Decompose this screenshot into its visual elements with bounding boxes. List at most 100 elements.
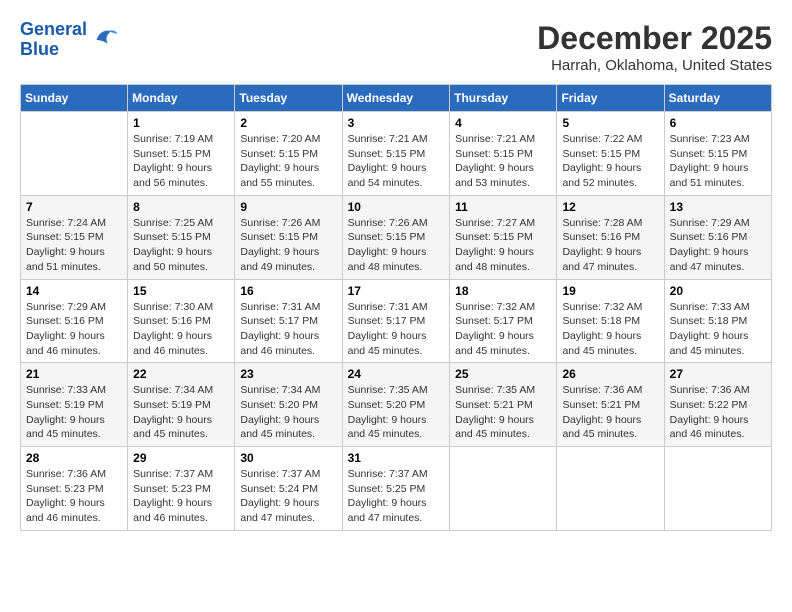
day-number: 16 — [240, 284, 336, 298]
calendar-cell: 17 Sunrise: 7:31 AM Sunset: 5:17 PM Dayli… — [342, 279, 450, 363]
week-row-5: 28 Sunrise: 7:36 AM Sunset: 5:23 PM Dayli… — [21, 447, 772, 531]
weekday-header-sunday: Sunday — [21, 85, 128, 112]
calendar-cell: 6 Sunrise: 7:23 AM Sunset: 5:15 PM Daylig… — [664, 112, 771, 196]
day-number: 4 — [455, 116, 551, 130]
week-row-2: 7 Sunrise: 7:24 AM Sunset: 5:15 PM Daylig… — [21, 195, 772, 279]
day-number: 28 — [26, 451, 122, 465]
location-subtitle: Harrah, Oklahoma, United States — [537, 57, 772, 74]
day-number: 27 — [670, 367, 766, 381]
day-number: 19 — [562, 284, 658, 298]
weekday-header-saturday: Saturday — [664, 85, 771, 112]
day-number: 11 — [455, 200, 551, 214]
calendar-cell: 11Sunrise: 7:27 AM Sunset: 5:15 PM Dayli… — [450, 195, 557, 279]
day-info: Sunrise: 7:20 AM Sunset: 5:15 PM Dayligh… — [240, 132, 336, 191]
calendar-cell: 4 Sunrise: 7:21 AM Sunset: 5:15 PM Daylig… — [450, 112, 557, 196]
day-info: Sunrise: 7:29 AM Sunset: 5:16 PM Dayligh… — [670, 216, 766, 275]
calendar-cell: 23Sunrise: 7:34 AM Sunset: 5:20 PM Dayli… — [235, 363, 342, 447]
week-row-4: 21 Sunrise: 7:33 AM Sunset: 5:19 PM Dayli… — [21, 363, 772, 447]
calendar-cell: 16Sunrise: 7:31 AM Sunset: 5:17 PM Dayli… — [235, 279, 342, 363]
day-info: Sunrise: 7:26 AM Sunset: 5:15 PM Dayligh… — [240, 216, 336, 275]
day-info: Sunrise: 7:32 AM Sunset: 5:17 PM Dayligh… — [455, 300, 551, 359]
calendar-cell: 10 Sunrise: 7:26 AM Sunset: 5:15 PM Dayli… — [342, 195, 450, 279]
calendar-cell: 22 Sunrise: 7:34 AM Sunset: 5:19 PM Dayli… — [128, 363, 235, 447]
day-number: 9 — [240, 200, 336, 214]
calendar-cell — [21, 112, 128, 196]
header: General Blue December 2025 Harrah, Oklah… — [20, 20, 772, 74]
day-number: 23 — [240, 367, 336, 381]
logo-bird-icon — [89, 25, 119, 55]
calendar-cell: 1 Sunrise: 7:19 AM Sunset: 5:15 PM Daylig… — [128, 112, 235, 196]
calendar-cell: 3Sunrise: 7:21 AM Sunset: 5:15 PM Daylig… — [342, 112, 450, 196]
day-number: 7 — [26, 200, 122, 214]
day-number: 30 — [240, 451, 336, 465]
day-info: Sunrise: 7:33 AM Sunset: 5:19 PM Dayligh… — [26, 383, 122, 442]
day-info: Sunrise: 7:26 AM Sunset: 5:15 PM Dayligh… — [348, 216, 445, 275]
calendar-cell: 20Sunrise: 7:33 AM Sunset: 5:18 PM Dayli… — [664, 279, 771, 363]
day-number: 22 — [133, 367, 229, 381]
day-info: Sunrise: 7:34 AM Sunset: 5:19 PM Dayligh… — [133, 383, 229, 442]
day-info: Sunrise: 7:32 AM Sunset: 5:18 PM Dayligh… — [562, 300, 658, 359]
week-row-3: 14 Sunrise: 7:29 AM Sunset: 5:16 PM Dayli… — [21, 279, 772, 363]
day-number: 25 — [455, 367, 551, 381]
day-number: 17 — [348, 284, 445, 298]
day-number: 2 — [240, 116, 336, 130]
day-info: Sunrise: 7:22 AM Sunset: 5:15 PM Dayligh… — [562, 132, 658, 191]
day-info: Sunrise: 7:36 AM Sunset: 5:22 PM Dayligh… — [670, 383, 766, 442]
day-info: Sunrise: 7:25 AM Sunset: 5:15 PM Dayligh… — [133, 216, 229, 275]
day-number: 13 — [670, 200, 766, 214]
weekday-header-friday: Friday — [557, 85, 664, 112]
calendar-cell: 5 Sunrise: 7:22 AM Sunset: 5:15 PM Daylig… — [557, 112, 664, 196]
day-number: 21 — [26, 367, 122, 381]
day-number: 15 — [133, 284, 229, 298]
calendar-cell: 8 Sunrise: 7:25 AM Sunset: 5:15 PM Daylig… — [128, 195, 235, 279]
day-number: 5 — [562, 116, 658, 130]
calendar-cell — [557, 447, 664, 531]
day-info: Sunrise: 7:36 AM Sunset: 5:23 PM Dayligh… — [26, 467, 122, 526]
calendar-cell: 9 Sunrise: 7:26 AM Sunset: 5:15 PM Daylig… — [235, 195, 342, 279]
day-info: Sunrise: 7:29 AM Sunset: 5:16 PM Dayligh… — [26, 300, 122, 359]
week-row-1: 1 Sunrise: 7:19 AM Sunset: 5:15 PM Daylig… — [21, 112, 772, 196]
calendar-cell: 12 Sunrise: 7:28 AM Sunset: 5:16 PM Dayli… — [557, 195, 664, 279]
day-info: Sunrise: 7:35 AM Sunset: 5:21 PM Dayligh… — [455, 383, 551, 442]
weekday-header-monday: Monday — [128, 85, 235, 112]
calendar-cell: 13 Sunrise: 7:29 AM Sunset: 5:16 PM Dayli… — [664, 195, 771, 279]
calendar-cell: 26 Sunrise: 7:36 AM Sunset: 5:21 PM Dayli… — [557, 363, 664, 447]
day-info: Sunrise: 7:37 AM Sunset: 5:25 PM Dayligh… — [348, 467, 445, 526]
day-number: 1 — [133, 116, 229, 130]
day-info: Sunrise: 7:21 AM Sunset: 5:15 PM Dayligh… — [455, 132, 551, 191]
day-number: 10 — [348, 200, 445, 214]
day-info: Sunrise: 7:19 AM Sunset: 5:15 PM Dayligh… — [133, 132, 229, 191]
day-number: 31 — [348, 451, 445, 465]
day-info: Sunrise: 7:31 AM Sunset: 5:17 PM Dayligh… — [348, 300, 445, 359]
calendar-cell: 30 Sunrise: 7:37 AM Sunset: 5:24 PM Dayli… — [235, 447, 342, 531]
day-info: Sunrise: 7:28 AM Sunset: 5:16 PM Dayligh… — [562, 216, 658, 275]
day-number: 14 — [26, 284, 122, 298]
calendar-cell: 29 Sunrise: 7:37 AM Sunset: 5:23 PM Dayli… — [128, 447, 235, 531]
day-info: Sunrise: 7:30 AM Sunset: 5:16 PM Dayligh… — [133, 300, 229, 359]
day-number: 8 — [133, 200, 229, 214]
month-title: December 2025 — [537, 20, 772, 57]
day-info: Sunrise: 7:37 AM Sunset: 5:23 PM Dayligh… — [133, 467, 229, 526]
calendar-cell: 27 Sunrise: 7:36 AM Sunset: 5:22 PM Dayli… — [664, 363, 771, 447]
day-info: Sunrise: 7:23 AM Sunset: 5:15 PM Dayligh… — [670, 132, 766, 191]
day-number: 29 — [133, 451, 229, 465]
day-number: 3 — [348, 116, 445, 130]
calendar-cell: 28 Sunrise: 7:36 AM Sunset: 5:23 PM Dayli… — [21, 447, 128, 531]
day-info: Sunrise: 7:37 AM Sunset: 5:24 PM Dayligh… — [240, 467, 336, 526]
calendar-cell: 14 Sunrise: 7:29 AM Sunset: 5:16 PM Dayli… — [21, 279, 128, 363]
calendar-cell: 31 Sunrise: 7:37 AM Sunset: 5:25 PM Dayli… — [342, 447, 450, 531]
calendar-cell: 19 Sunrise: 7:32 AM Sunset: 5:18 PM Dayli… — [557, 279, 664, 363]
day-info: Sunrise: 7:24 AM Sunset: 5:15 PM Dayligh… — [26, 216, 122, 275]
calendar-cell: 24Sunrise: 7:35 AM Sunset: 5:20 PM Dayli… — [342, 363, 450, 447]
logo-text2: Blue — [20, 40, 87, 60]
weekday-header-wednesday: Wednesday — [342, 85, 450, 112]
weekday-header-thursday: Thursday — [450, 85, 557, 112]
day-number: 12 — [562, 200, 658, 214]
day-info: Sunrise: 7:35 AM Sunset: 5:20 PM Dayligh… — [348, 383, 445, 442]
day-number: 20 — [670, 284, 766, 298]
day-info: Sunrise: 7:36 AM Sunset: 5:21 PM Dayligh… — [562, 383, 658, 442]
day-number: 26 — [562, 367, 658, 381]
day-number: 6 — [670, 116, 766, 130]
calendar-table: SundayMondayTuesdayWednesdayThursdayFrid… — [20, 84, 772, 531]
calendar-cell: 2 Sunrise: 7:20 AM Sunset: 5:15 PM Daylig… — [235, 112, 342, 196]
